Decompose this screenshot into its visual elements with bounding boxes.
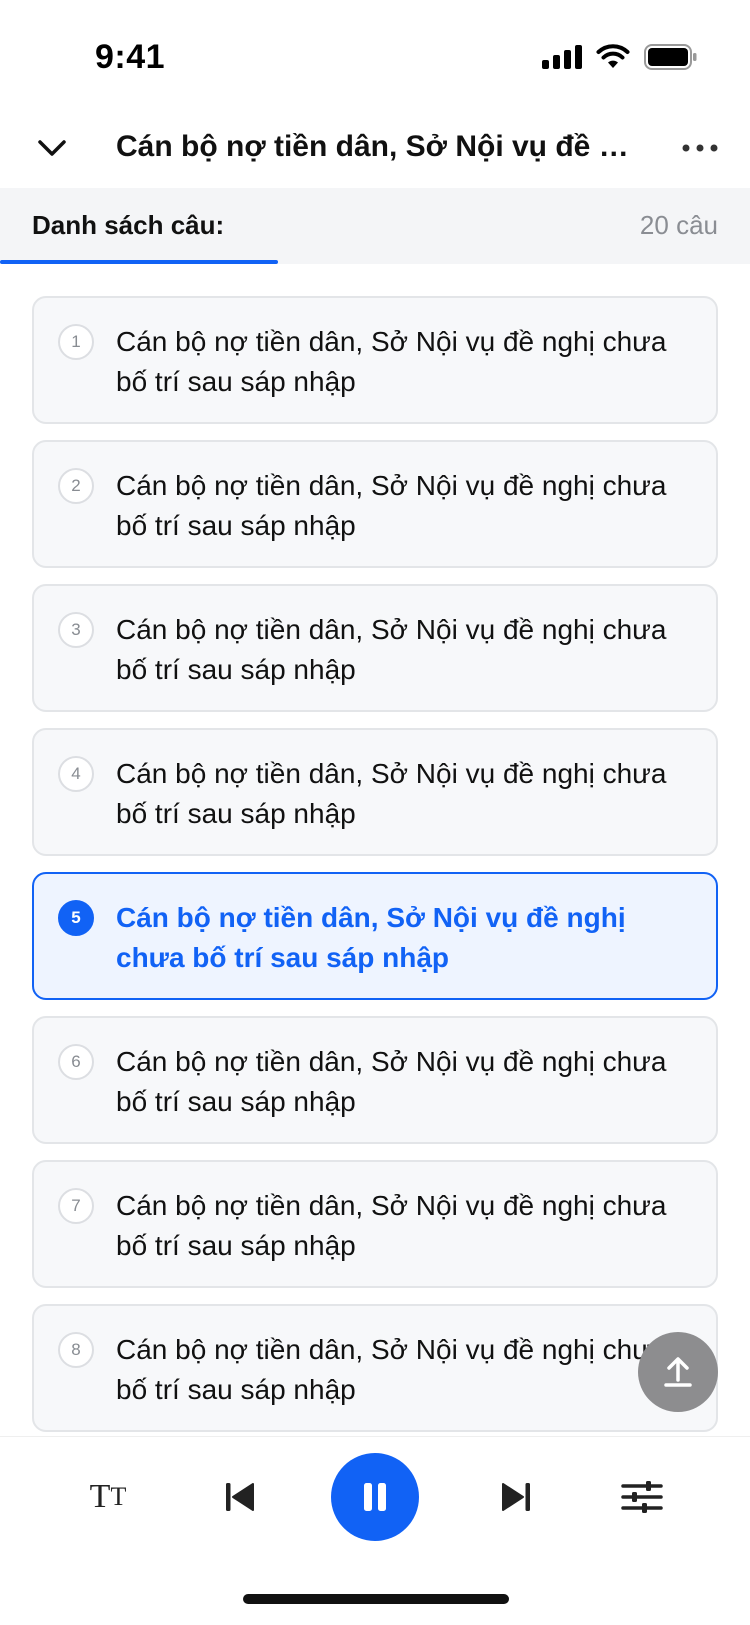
sentence-number-badge: 4 — [58, 756, 94, 792]
sentence-text: Cán bộ nợ tiền dân, Sở Nội vụ đề nghị ch… — [116, 326, 667, 397]
sentence-text: Cán bộ nợ tiền dân, Sở Nội vụ đề nghị ch… — [116, 470, 667, 541]
skip-next-icon — [502, 1483, 530, 1511]
page-title: Cán bộ nợ tiền dân, Sở Nội vụ đề ng... — [116, 130, 636, 163]
previous-button[interactable] — [210, 1467, 270, 1527]
sentence-list-header: Danh sách câu: 20 câu — [0, 188, 750, 264]
sentence-item[interactable]: 2 Cán bộ nợ tiền dân, Sở Nội vụ đề nghị c… — [32, 440, 718, 568]
sentence-item[interactable]: 7 Cán bộ nợ tiền dân, Sở Nội vụ đề nghị c… — [32, 1160, 718, 1288]
scroll-top-button[interactable] — [638, 1332, 718, 1412]
skip-previous-icon — [226, 1483, 254, 1511]
sentence-item[interactable]: 3 Cán bộ nợ tiền dân, Sở Nội vụ đề nghị c… — [32, 584, 718, 712]
sentence-number-badge: 6 — [58, 1044, 94, 1080]
text-size-icon-large: T — [89, 1478, 111, 1515]
sentence-item[interactable]: 4 Cán bộ nợ tiền dân, Sở Nội vụ đề nghị c… — [32, 728, 718, 856]
sentence-number-badge: 1 — [58, 324, 94, 360]
sentence-number-badge: 2 — [58, 468, 94, 504]
settings-button[interactable] — [612, 1467, 672, 1527]
status-bar: 9:41 — [0, 0, 750, 110]
sentence-number-badge: 7 — [58, 1188, 94, 1224]
pause-button[interactable] — [331, 1453, 419, 1541]
sentence-item[interactable]: 8 Cán bộ nợ tiền dân, Sở Nội vụ đề nghị c… — [32, 1304, 718, 1432]
status-icons — [542, 44, 698, 70]
sentence-text: Cán bộ nợ tiền dân, Sở Nội vụ đề nghị ch… — [116, 1046, 667, 1117]
status-time: 9:41 — [95, 38, 166, 76]
header: Cán bộ nợ tiền dân, Sở Nội vụ đề ng... — [0, 110, 750, 189]
sentence-text: Cán bộ nợ tiền dân, Sở Nội vụ đề nghị ch… — [116, 1334, 667, 1405]
pause-icon — [364, 1483, 386, 1511]
sentence-item-active[interactable]: 5 Cán bộ nợ tiền dân, Sở Nội vụ đề nghị c… — [32, 872, 718, 1000]
next-button[interactable] — [486, 1467, 546, 1527]
reading-progress-fill — [0, 260, 278, 264]
sentence-text: Cán bộ nợ tiền dân, Sở Nội vụ đề nghị ch… — [116, 1190, 667, 1261]
sliders-icon — [621, 1481, 663, 1513]
sentence-text: Cán bộ nợ tiền dân, Sở Nội vụ đề nghị ch… — [116, 758, 667, 829]
sentence-list: 1 Cán bộ nợ tiền dân, Sở Nội vụ đề nghị c… — [32, 296, 718, 1448]
sentence-number-badge: 5 — [58, 900, 94, 936]
more-horizontal-icon[interactable] — [680, 130, 720, 166]
sentence-number-badge: 3 — [58, 612, 94, 648]
battery-icon — [644, 44, 697, 70]
section-label: Danh sách câu: — [32, 210, 225, 240]
sentence-item[interactable]: 6 Cán bộ nợ tiền dân, Sở Nội vụ đề nghị c… — [32, 1016, 718, 1144]
wifi-icon — [596, 44, 630, 68]
font-size-button[interactable]: TT — [78, 1467, 138, 1527]
chevron-down-icon[interactable] — [34, 130, 70, 166]
sentence-text: Cán bộ nợ tiền dân, Sở Nội vụ đề nghị ch… — [116, 902, 626, 973]
sentence-number-badge: 8 — [58, 1332, 94, 1368]
cellular-signal-icon — [542, 45, 582, 69]
upload-arrow-icon — [664, 1357, 692, 1387]
sentence-text: Cán bộ nợ tiền dân, Sở Nội vụ đề nghị ch… — [116, 614, 667, 685]
sentence-item[interactable]: 1 Cán bộ nợ tiền dân, Sở Nội vụ đề nghị c… — [32, 296, 718, 424]
reading-progress-bar — [0, 260, 750, 264]
text-size-icon-small: T — [110, 1482, 127, 1511]
sentence-count: 20 câu — [639, 210, 718, 240]
home-indicator — [243, 1594, 509, 1604]
